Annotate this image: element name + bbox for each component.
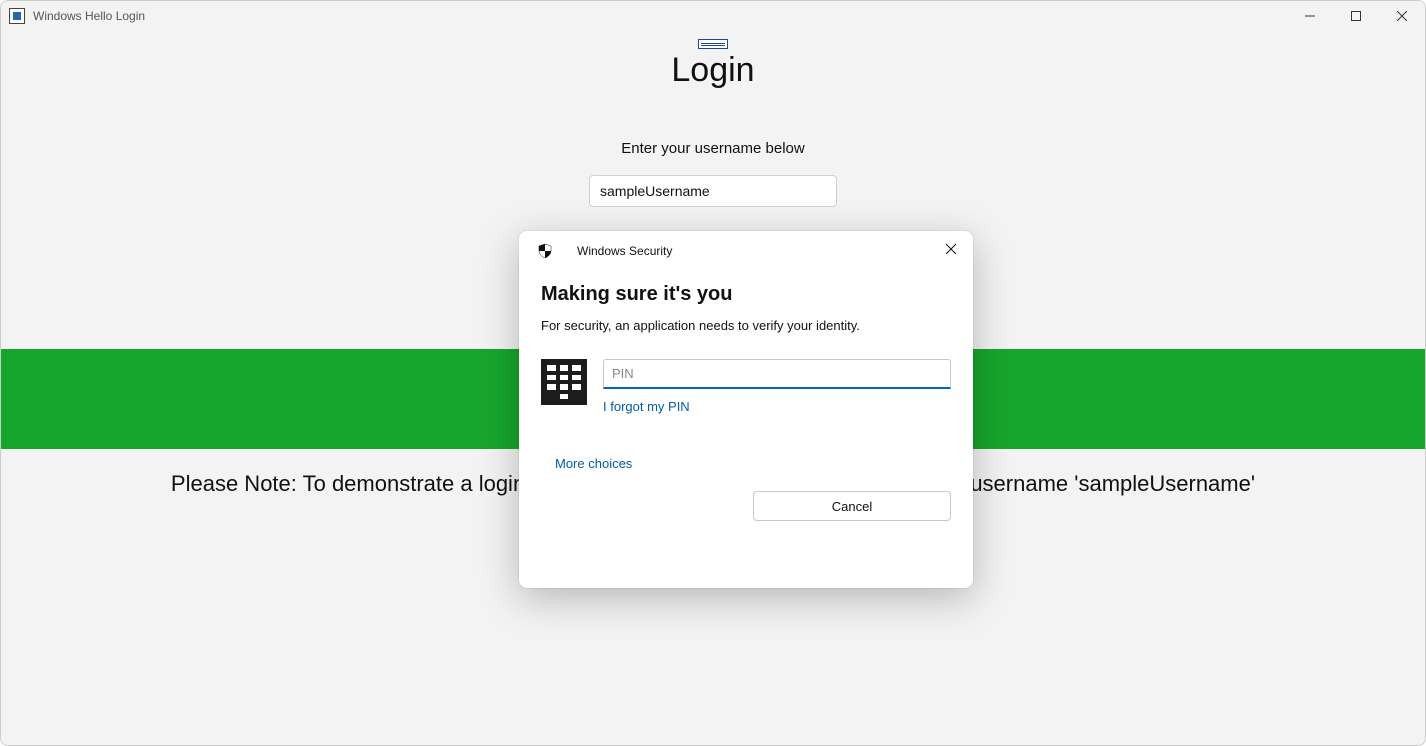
- page-title: Login: [1, 51, 1425, 90]
- app-icon: [9, 8, 25, 24]
- pin-keypad-icon: [541, 359, 587, 405]
- dialog-description: For security, an application needs to ve…: [541, 318, 951, 333]
- dialog-heading: Making sure it's you: [541, 283, 951, 306]
- dialog-title: Windows Security: [577, 244, 672, 258]
- content-area: Login Enter your username below Please N…: [1, 39, 1425, 746]
- titlebar: Windows Hello Login: [1, 1, 1425, 31]
- close-button[interactable]: [1379, 1, 1425, 31]
- app-window: Windows Hello Login Login Enter your use…: [0, 0, 1426, 746]
- minimize-button[interactable]: [1287, 1, 1333, 31]
- security-dialog: Windows Security Making sure it's you Fo…: [519, 231, 973, 588]
- pin-column: I forgot my PIN: [603, 359, 951, 416]
- page-subtitle: Enter your username below: [1, 140, 1425, 157]
- shield-icon: [537, 243, 553, 259]
- dialog-titlebar: Windows Security: [519, 231, 973, 265]
- window-controls: [1287, 1, 1425, 31]
- pin-input[interactable]: [603, 359, 951, 389]
- maximize-button[interactable]: [1333, 1, 1379, 31]
- dialog-actions: Cancel: [519, 471, 973, 521]
- keyboard-icon: [698, 39, 728, 49]
- forgot-pin-link[interactable]: I forgot my PIN: [603, 399, 690, 414]
- window-title: Windows Hello Login: [33, 9, 145, 23]
- pin-row: I forgot my PIN: [541, 359, 951, 416]
- username-input[interactable]: [589, 175, 837, 207]
- dialog-body: Making sure it's you For security, an ap…: [519, 265, 973, 471]
- cancel-button[interactable]: Cancel: [753, 491, 951, 521]
- more-choices-link[interactable]: More choices: [541, 456, 951, 471]
- dialog-close-button[interactable]: [939, 237, 963, 261]
